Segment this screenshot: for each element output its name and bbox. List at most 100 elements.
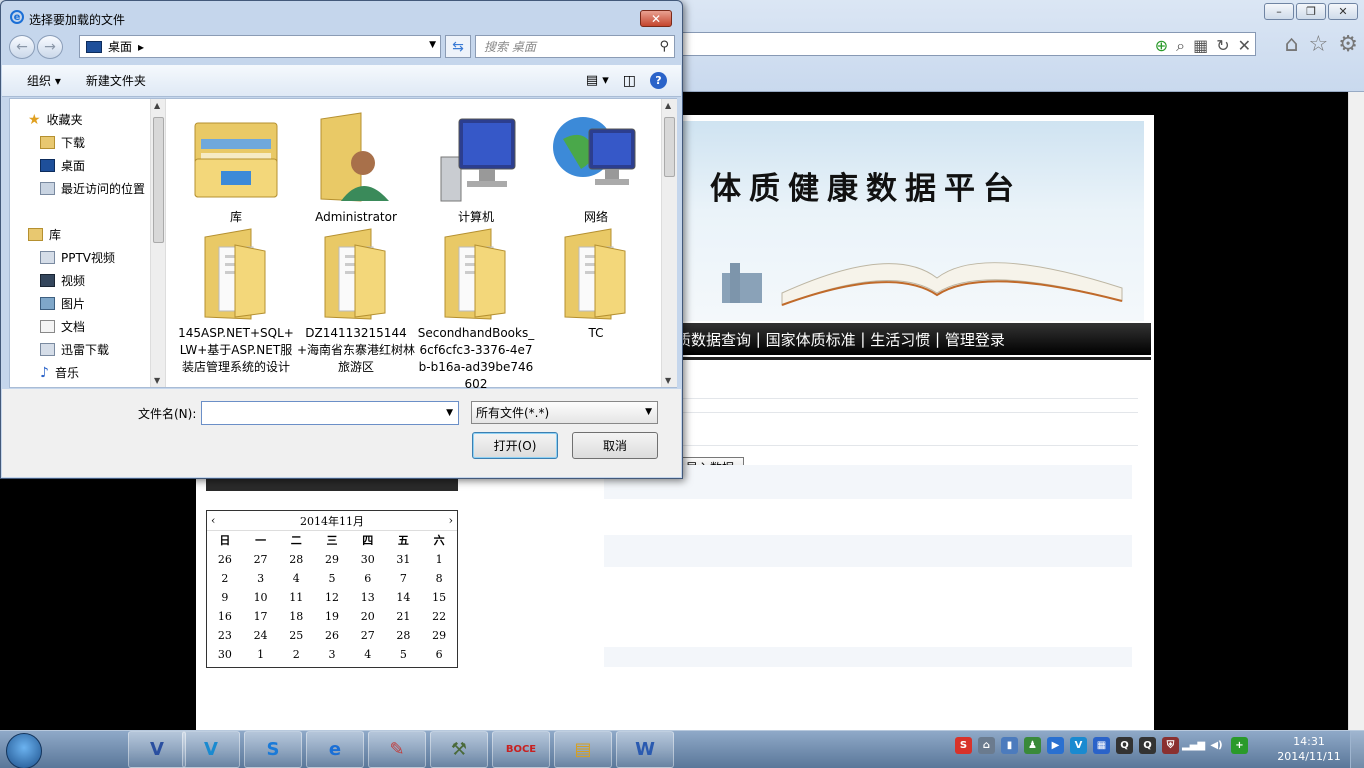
volume-icon[interactable]: ◀)	[1208, 737, 1225, 754]
v-app-icon[interactable]: V	[182, 731, 240, 768]
favorites-star-icon[interactable]: ☆	[1309, 32, 1329, 57]
calendar-day[interactable]: 19	[314, 607, 350, 626]
v-tray-icon[interactable]: V	[1070, 737, 1087, 754]
home-icon[interactable]: ⌂	[1285, 32, 1299, 57]
search-input[interactable]: 搜索 桌面 ⚲	[475, 35, 675, 58]
calendar-day[interactable]: 14	[386, 588, 422, 607]
calendar-day[interactable]: 27	[350, 626, 386, 645]
addon-tray-icon[interactable]: +	[1231, 737, 1248, 754]
sidebar-item-thunder[interactable]: 迅雷下载	[40, 341, 109, 358]
scroll-thumb[interactable]	[664, 117, 675, 177]
preview-pane-icon[interactable]: ◫	[623, 73, 636, 89]
calendar-day[interactable]: 12	[314, 588, 350, 607]
grid-tray-icon[interactable]: ▦	[1093, 737, 1110, 754]
calendar-day[interactable]: 28	[278, 550, 314, 569]
address-bar[interactable]: ⊕ ⌕ ▦ ↻ ✕	[680, 32, 1256, 56]
refresh-icon[interactable]: ↻	[1216, 36, 1229, 56]
scroll-up-icon[interactable]: ▲	[154, 101, 160, 110]
calendar-day[interactable]: 9	[207, 588, 243, 607]
user-tray-icon[interactable]: ♟	[1024, 737, 1041, 754]
ie-icon[interactable]: e	[306, 731, 364, 768]
calendar-day[interactable]: 30	[350, 550, 386, 569]
open-button[interactable]: 打开(O)	[472, 432, 558, 459]
file-item[interactable]: 库	[176, 109, 296, 226]
chevron-down-icon[interactable]: ▼	[429, 40, 436, 50]
compat-view-icon[interactable]: ▦	[1193, 36, 1208, 56]
file-list-scrollbar[interactable]: ▲ ▼	[661, 99, 677, 387]
calendar-day[interactable]: 20	[350, 607, 386, 626]
sidebar-item-downloads[interactable]: 下载	[40, 134, 85, 151]
paint-icon[interactable]: ✎	[368, 731, 426, 768]
calendar-day[interactable]: 15	[421, 588, 457, 607]
calendar-day[interactable]: 31	[386, 550, 422, 569]
sidebar-libraries[interactable]: 库	[28, 226, 61, 243]
file-item[interactable]: Administrator	[296, 109, 416, 226]
calendar-day[interactable]: 6	[421, 645, 457, 664]
calendar-day[interactable]: 1	[243, 645, 279, 664]
forward-button[interactable]: →	[37, 35, 63, 59]
file-item[interactable]: DZ14113215144+海南省东寨港红树林旅游区	[296, 225, 416, 376]
calendar-day[interactable]: 7	[386, 569, 422, 588]
player-tray-icon[interactable]: ▶	[1047, 737, 1064, 754]
sidebar-favorites[interactable]: ★ 收藏夹	[28, 111, 83, 128]
calendar-day[interactable]: 2	[278, 645, 314, 664]
path-segment[interactable]: 桌面	[108, 38, 132, 55]
calendar-day[interactable]: 22	[421, 607, 457, 626]
browser-close-button[interactable]: ✕	[1328, 3, 1358, 20]
clock[interactable]: 14:31 2014/11/11	[1276, 734, 1342, 764]
file-item[interactable]: SecondhandBooks_6cf6cfc3-3376-4e7b-b16a-…	[416, 225, 536, 393]
chevron-down-icon[interactable]: ▼	[645, 407, 652, 417]
view-options-icon[interactable]: ▤ ▾	[586, 73, 609, 88]
refresh-button[interactable]: ⇆	[445, 35, 471, 58]
sidebar-item-videos[interactable]: 视频	[40, 272, 85, 289]
search-dropdown-icon[interactable]: ⌕	[1176, 36, 1185, 56]
calendar-day[interactable]: 4	[278, 569, 314, 588]
file-item[interactable]: 计算机	[416, 109, 536, 226]
calendar-day[interactable]: 6	[350, 569, 386, 588]
usb-tray-icon[interactable]: ▮	[1001, 737, 1018, 754]
nav-item-living-habits[interactable]: 生活习惯	[870, 329, 930, 350]
sidebar-item-pictures[interactable]: 图片	[40, 295, 85, 312]
calendar-day[interactable]: 13	[350, 588, 386, 607]
path-bar[interactable]: 桌面 ▸ ▼	[79, 35, 441, 58]
calendar-day[interactable]: 27	[243, 550, 279, 569]
calendar-day[interactable]: 3	[243, 569, 279, 588]
calendar-day[interactable]: 23	[207, 626, 243, 645]
calendar-day[interactable]: 26	[207, 550, 243, 569]
sidebar-item-pptv[interactable]: PPTV视频	[40, 249, 115, 266]
new-folder-button[interactable]: 新建文件夹	[86, 72, 146, 89]
sidebar-item-documents[interactable]: 文档	[40, 318, 85, 335]
signal-icon[interactable]: ▂▄▆	[1182, 737, 1205, 754]
calendar-day[interactable]: 26	[314, 626, 350, 645]
start-button[interactable]	[6, 733, 42, 768]
stop-icon[interactable]: ✕	[1238, 36, 1251, 56]
file-type-select[interactable]: 所有文件(*.*) ▼	[471, 401, 658, 424]
calendar-day[interactable]: 18	[278, 607, 314, 626]
chevron-right-icon[interactable]: ▸	[138, 40, 144, 54]
cancel-button[interactable]: 取消	[572, 432, 658, 459]
calendar-day[interactable]: 3	[314, 645, 350, 664]
calendar-day[interactable]: 1	[421, 550, 457, 569]
qq-tray-icon[interactable]: Q	[1139, 737, 1156, 754]
sidebar-item-desktop[interactable]: 桌面	[40, 157, 85, 174]
visio-icon[interactable]: V	[128, 731, 186, 768]
scroll-thumb[interactable]	[153, 117, 164, 243]
calendar-day[interactable]: 28	[386, 626, 422, 645]
nav-item-national-standard[interactable]: 国家体质标准	[766, 329, 856, 350]
calendar-day[interactable]: 2	[207, 569, 243, 588]
navigation-scrollbar[interactable]: ▲ ▼	[150, 99, 165, 387]
addon-icon[interactable]: ⊕	[1155, 36, 1168, 56]
calendar-day[interactable]: 5	[386, 645, 422, 664]
word-icon[interactable]: W	[616, 731, 674, 768]
calendar-day[interactable]: 11	[278, 588, 314, 607]
sidebar-item-recent[interactable]: 最近访问的位置	[40, 180, 145, 197]
help-icon[interactable]: ?	[650, 72, 667, 89]
chevron-down-icon[interactable]: ▼	[446, 408, 453, 418]
calendar-day[interactable]: 21	[386, 607, 422, 626]
file-item[interactable]: 145ASP.NET+SQL+LW+基于ASP.NET服装店管理系统的设计	[176, 225, 296, 376]
nav-item-data-query[interactable]: 质数据查询	[676, 329, 751, 350]
show-desktop-button[interactable]	[1350, 731, 1364, 768]
calendar-day[interactable]: 4	[350, 645, 386, 664]
network-tray-icon[interactable]: ⌂	[978, 737, 995, 754]
calendar-day[interactable]: 29	[421, 626, 457, 645]
